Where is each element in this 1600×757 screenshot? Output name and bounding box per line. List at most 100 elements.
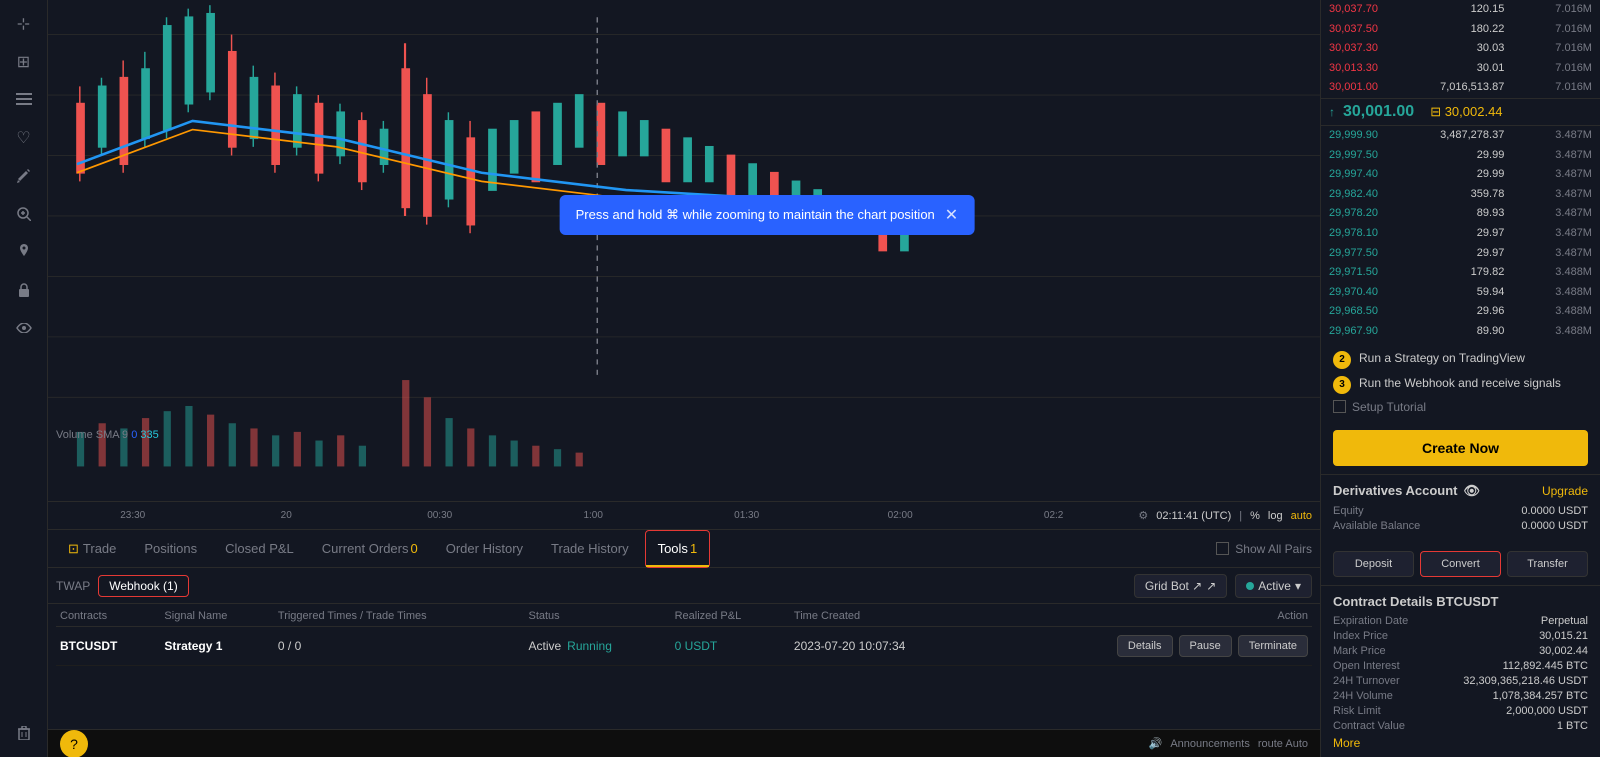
col-action: Action: [994, 604, 1312, 627]
ob-buy-row-11: 29,967.90 89.90 3.488M: [1321, 322, 1600, 342]
contract-row-index: Index Price 30,015.21: [1333, 630, 1588, 642]
mid-price-orange: ⊟ 30,002.44: [1430, 104, 1502, 120]
zoom-icon[interactable]: [8, 198, 40, 230]
tab-bar: ⊡ Trade Positions Closed P&L Current Ord…: [48, 530, 1320, 568]
lock-icon[interactable]: [8, 274, 40, 306]
ob-buy-row-6: 29,978.10 29.97 3.487M: [1321, 224, 1600, 244]
create-now-button[interactable]: Create Now: [1333, 430, 1588, 466]
tab-order-history[interactable]: Order History: [434, 530, 535, 568]
tab-trade-history[interactable]: Trade History: [539, 530, 641, 568]
contract-row-oi: Open Interest 112,892.445 BTC: [1333, 660, 1588, 672]
log-toggle[interactable]: log: [1268, 510, 1283, 522]
contract-row-mark: Mark Price 30,002.44: [1333, 645, 1588, 657]
step-2-row: 2 Run a Strategy on TradingView: [1333, 350, 1588, 369]
volume-sma-label: Volume SMA 9 0 335: [56, 429, 159, 441]
footer-right: 🔊 Announcements route Auto: [1149, 737, 1308, 750]
transfer-button[interactable]: Transfer: [1507, 551, 1588, 577]
candlestick-chart: TV: [48, 0, 1320, 501]
setup-tutorial-checkbox[interactable]: [1333, 400, 1346, 413]
tab-positions[interactable]: Positions: [132, 530, 209, 568]
time-labels: 23:30 20 00:30 1:00 01:30 02:00 02:2: [56, 510, 1130, 521]
settings-icon[interactable]: ⚙: [1138, 509, 1148, 522]
eye-icon[interactable]: [8, 312, 40, 344]
step-3-text: Run the Webhook and receive signals: [1359, 375, 1561, 392]
time-controls: ⚙ 02:11:41 (UTC) | % log auto: [1130, 509, 1320, 522]
active-dot: [1246, 582, 1254, 590]
chevron-down-icon: ▾: [1295, 579, 1301, 593]
chart-area[interactable]: TV Volume SMA 9 0 335 Press and hold ⌘ w…: [48, 0, 1320, 501]
setup-tutorial-label: Setup Tutorial: [1352, 400, 1426, 414]
time-utc: 02:11:41 (UTC): [1156, 510, 1231, 522]
heart-icon[interactable]: ♡: [8, 122, 40, 154]
ob-sell-row-1: 30,037.70 120.15 7.016M: [1321, 0, 1600, 20]
step-3-num: 3: [1333, 376, 1351, 394]
contract-row-risk: Risk Limit 2,000,000 USDT: [1333, 705, 1588, 717]
ob-buy-row-10: 29,968.50 29.96 3.488M: [1321, 302, 1600, 322]
trash-icon[interactable]: [8, 717, 40, 749]
col-contracts: Contracts: [56, 604, 160, 627]
order-book-sell: 30,037.70 120.15 7.016M 30,037.50 180.22…: [1321, 0, 1600, 98]
pencil-icon[interactable]: [8, 160, 40, 192]
tab-closed-pl[interactable]: Closed P&L: [213, 530, 306, 568]
twap-label: TWAP: [56, 579, 90, 593]
bottom-panel: ⊡ Trade Positions Closed P&L Current Ord…: [48, 529, 1320, 729]
ob-buy-row-8: 29,971.50 179.82 3.488M: [1321, 263, 1600, 283]
convert-button[interactable]: Convert: [1420, 551, 1501, 577]
deposit-button[interactable]: Deposit: [1333, 551, 1414, 577]
ob-buy-row-2: 29,997.50 29.99 3.487M: [1321, 146, 1600, 166]
col-pnl: Realized P&L: [671, 604, 790, 627]
pause-button[interactable]: Pause: [1179, 635, 1232, 657]
step-2-num: 2: [1333, 351, 1351, 369]
active-dropdown[interactable]: Active ▾: [1235, 574, 1312, 598]
percent-toggle[interactable]: %: [1250, 510, 1260, 522]
cell-time: 2023-07-20 10:07:34: [790, 627, 981, 666]
tab-current-orders[interactable]: Current Orders0: [310, 530, 430, 568]
table-row: BTCUSDT Strategy 1 0 / 0 Active Running …: [56, 627, 1312, 666]
upgrade-link[interactable]: Upgrade: [1542, 484, 1588, 498]
grid-bot-button[interactable]: Grid Bot ↗ ↗: [1134, 574, 1227, 598]
details-button[interactable]: Details: [1117, 635, 1173, 657]
more-link[interactable]: More: [1333, 736, 1588, 750]
route-label[interactable]: route Auto: [1258, 738, 1308, 750]
setup-tutorial-row[interactable]: Setup Tutorial: [1333, 400, 1588, 414]
time-label-1: 23:30: [56, 510, 209, 521]
tooltip-close[interactable]: ✕: [945, 205, 958, 225]
eye-icon[interactable]: 👁: [1464, 483, 1481, 499]
status-running: Running: [567, 639, 612, 653]
bottom-footer: ? 🔊 Announcements route Auto: [48, 729, 1320, 757]
tab-trade[interactable]: ⊡ Trade: [56, 530, 128, 568]
order-book-buy: 29,999.90 3,487,278.37 3.487M 29,997.50 …: [1321, 126, 1600, 342]
ob-buy-row-1: 29,999.90 3,487,278.37 3.487M: [1321, 126, 1600, 146]
ob-sell-row-5: 30,001.00 7,016,513.87 7.016M: [1321, 78, 1600, 98]
step-3-row: 3 Run the Webhook and receive signals: [1333, 375, 1588, 394]
nodes-icon[interactable]: ⊞: [8, 46, 40, 78]
sub-tab-bar: TWAP Webhook (1) Grid Bot ↗ ↗ Active ▾: [48, 568, 1320, 604]
equity-value: 0.0000 USDT: [1521, 505, 1588, 517]
balance-value: 0.0000 USDT: [1521, 520, 1588, 532]
tab-tools[interactable]: Tools1: [645, 530, 711, 568]
table-container: Contracts Signal Name Triggered Times / …: [48, 604, 1320, 729]
pin-icon[interactable]: [8, 236, 40, 268]
terminate-button[interactable]: Terminate: [1238, 635, 1308, 657]
cursor-icon[interactable]: ⊹: [8, 8, 40, 40]
show-all-checkbox[interactable]: [1216, 542, 1229, 555]
equity-label: Equity: [1333, 505, 1364, 517]
mid-price-green: 30,001.00: [1343, 103, 1414, 121]
left-sidebar: ⊹ ⊞ ♡: [0, 0, 48, 757]
auto-toggle[interactable]: auto: [1291, 510, 1312, 522]
show-all-pairs[interactable]: Show All Pairs: [1216, 542, 1312, 556]
support-icon[interactable]: ?: [60, 730, 88, 757]
time-label-3: 00:30: [363, 510, 516, 521]
time-label-4: 1:00: [516, 510, 669, 521]
contract-row-volume: 24H Volume 1,078,384.257 BTC: [1333, 690, 1588, 702]
chart-tooltip: Press and hold ⌘ while zooming to mainta…: [560, 195, 975, 235]
contract-details: Contract Details BTCUSDT Expiration Date…: [1321, 585, 1600, 757]
balance-label: Available Balance: [1333, 520, 1420, 532]
announcements-label[interactable]: Announcements: [1170, 738, 1250, 750]
webhook-button[interactable]: Webhook (1): [98, 575, 188, 597]
col-signal: Signal Name: [160, 604, 273, 627]
announcements-icon: 🔊: [1149, 737, 1163, 750]
layers-icon[interactable]: [8, 84, 40, 116]
derivatives-section: Derivatives Account 👁 Upgrade Equity 0.0…: [1321, 474, 1600, 543]
cell-empty: [981, 627, 994, 666]
